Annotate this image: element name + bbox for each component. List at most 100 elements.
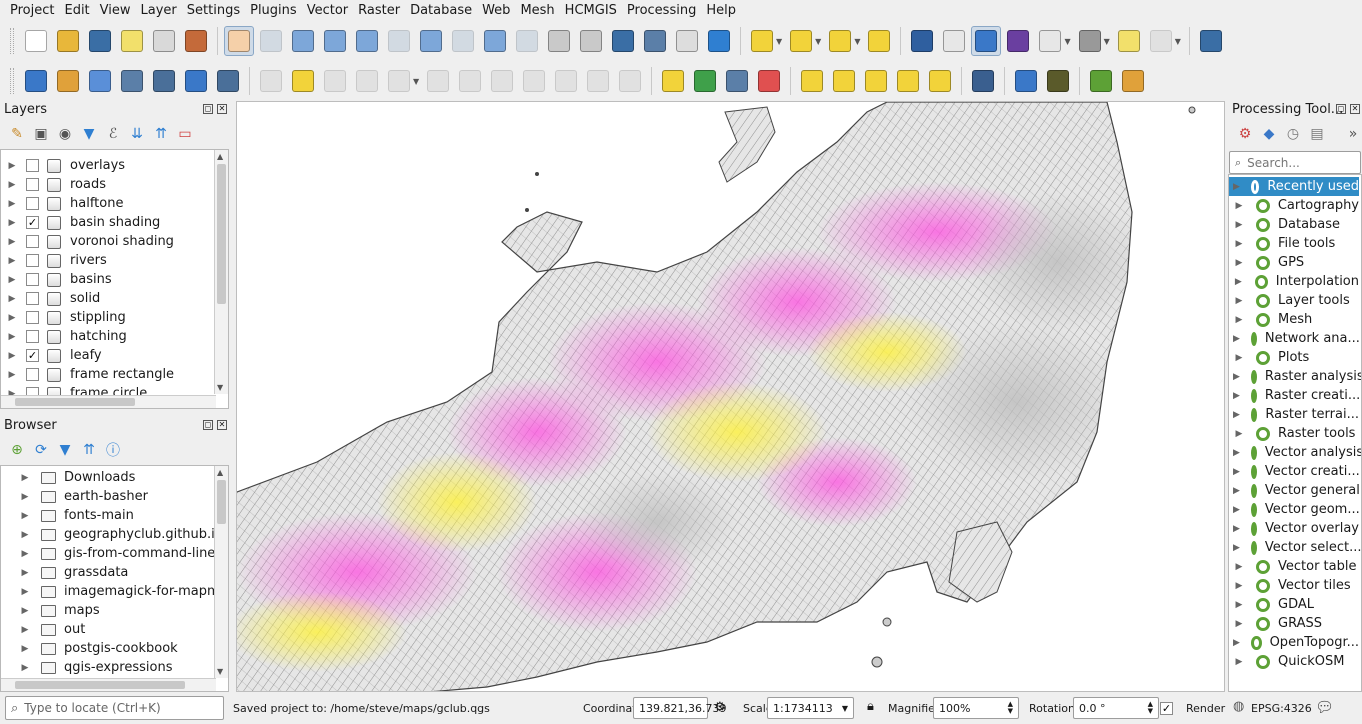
statistics-button[interactable]: [1003, 26, 1033, 56]
menu-settings[interactable]: Settings: [182, 0, 245, 21]
globe-plugin-button[interactable]: [968, 66, 998, 96]
processing-item-raster-analysis[interactable]: ▶ Raster analysis: [1229, 367, 1361, 386]
layer-visibility-checkbox[interactable]: [26, 254, 39, 267]
new-geopackage-button[interactable]: [53, 66, 83, 96]
zoom-in-button[interactable]: [288, 26, 318, 56]
float-panel-icon[interactable]: ◻: [1336, 104, 1346, 114]
browser-item-grassdata[interactable]: ▶ grassdata: [1, 563, 129, 582]
toggle-editing-button[interactable]: [288, 66, 318, 96]
chevron-right-icon[interactable]: ▶: [6, 275, 18, 285]
chevron-right-icon[interactable]: ▶: [19, 492, 31, 502]
locator-input[interactable]: ⌕ Type to locate (Ctrl+K): [5, 696, 224, 720]
chevron-right-icon[interactable]: ▶: [1233, 638, 1240, 648]
results-viewer-icon[interactable]: ▤: [1308, 125, 1326, 143]
chevron-down-icon[interactable]: ▼: [815, 37, 821, 46]
layer-visibility-checkbox[interactable]: [26, 311, 39, 324]
magnifier-field[interactable]: 100% ▲ ▼: [933, 697, 1019, 719]
coordinate-field[interactable]: 139.821,36.739: [633, 697, 726, 719]
layer-item-hatching[interactable]: ▶ hatching: [1, 327, 127, 346]
chevron-right-icon[interactable]: ▶: [1233, 429, 1245, 439]
hcmgis-button[interactable]: [1118, 66, 1148, 96]
processing-item-raster-creati[interactable]: ▶ Raster creati...: [1229, 386, 1360, 405]
open-project-button[interactable]: [53, 26, 83, 56]
chevron-right-icon[interactable]: ▶: [6, 332, 18, 342]
toolbar-handle[interactable]: [10, 68, 14, 94]
chevron-right-icon[interactable]: ▶: [1233, 258, 1245, 268]
layer-visibility-checkbox[interactable]: [26, 159, 39, 172]
menu-hcmgis[interactable]: HCMGIS: [560, 0, 622, 21]
layer-visibility-checkbox[interactable]: [26, 197, 39, 210]
layer-item-voronoi-shading[interactable]: ▶ voronoi shading: [1, 232, 174, 251]
zoom-full-button[interactable]: [352, 26, 382, 56]
zoom-next-button[interactable]: [512, 26, 542, 56]
current-edits-button[interactable]: [256, 66, 286, 96]
new-3d-view-button[interactable]: [576, 26, 606, 56]
processing-item-mesh[interactable]: ▶ Mesh: [1229, 310, 1359, 329]
chevron-right-icon[interactable]: ▶: [19, 549, 31, 559]
filter-browser-icon[interactable]: ▼: [56, 441, 74, 459]
layer-item-roads[interactable]: ▶ roads: [1, 175, 106, 194]
chevron-right-icon[interactable]: ▶: [19, 473, 31, 483]
chevron-right-icon[interactable]: ▶: [1233, 353, 1245, 363]
chevron-right-icon[interactable]: ▶: [6, 180, 18, 190]
scroll-thumb[interactable]: [217, 480, 226, 524]
zoom-last-button[interactable]: [480, 26, 510, 56]
scroll-thumb[interactable]: [217, 164, 226, 304]
chevron-right-icon[interactable]: ▶: [6, 237, 18, 247]
chevron-right-icon[interactable]: ▶: [1233, 239, 1245, 249]
map-canvas[interactable]: [236, 101, 1225, 692]
new-map-view-button[interactable]: [544, 26, 574, 56]
refresh-button[interactable]: [704, 26, 734, 56]
redo-button[interactable]: [615, 66, 645, 96]
layer-visibility-checkbox[interactable]: [26, 178, 39, 191]
chevron-right-icon[interactable]: ▶: [6, 370, 18, 380]
chevron-right-icon[interactable]: ▶: [19, 644, 31, 654]
scale-field[interactable]: 1:1734113 ▼: [767, 697, 854, 719]
crs-globe-icon[interactable]: ◍: [1233, 699, 1244, 714]
move-label-2-button[interactable]: [861, 66, 891, 96]
scroll-down-icon[interactable]: ▼: [217, 383, 223, 392]
chevron-right-icon[interactable]: ▶: [1233, 562, 1245, 572]
new-temporary-layer-button[interactable]: [149, 66, 179, 96]
zoom-to-selection-button[interactable]: [384, 26, 414, 56]
paste-features-button[interactable]: [551, 66, 581, 96]
menu-processing[interactable]: Processing: [622, 0, 701, 21]
layer-visibility-checkbox[interactable]: [26, 292, 39, 305]
scroll-thumb[interactable]: [15, 398, 135, 406]
scroll-thumb[interactable]: [15, 681, 185, 689]
settings-button[interactable]: [1146, 26, 1176, 56]
attribute-table-button[interactable]: [939, 26, 969, 56]
deselect-button[interactable]: [825, 26, 855, 56]
scripts-icon[interactable]: ◆: [1260, 125, 1278, 143]
scroll-up-icon[interactable]: ▲: [217, 468, 223, 477]
chevron-right-icon[interactable]: ▶: [6, 313, 18, 323]
menu-edit[interactable]: Edit: [59, 0, 94, 21]
new-layer-button[interactable]: [21, 66, 51, 96]
layer-item-overlays[interactable]: ▶ overlays: [1, 156, 126, 175]
collapse-all-icon[interactable]: ⇈: [80, 441, 98, 459]
chevron-right-icon[interactable]: ▶: [6, 351, 18, 361]
scroll-down-icon[interactable]: ▼: [217, 667, 223, 676]
processing-item-vector-table[interactable]: ▶ Vector table: [1229, 557, 1359, 576]
chevron-right-icon[interactable]: ▶: [6, 218, 18, 228]
chevron-right-icon[interactable]: ▶: [1233, 372, 1240, 382]
chevron-right-icon[interactable]: ▶: [1233, 334, 1240, 344]
add-selected-layers-icon[interactable]: ⊕: [8, 441, 26, 459]
cut-features-button[interactable]: [487, 66, 517, 96]
menu-layer[interactable]: Layer: [136, 0, 182, 21]
modify-attributes-button[interactable]: [423, 66, 453, 96]
browser-item-imagemagick-for-mapmake[interactable]: ▶ imagemagick-for-mapmake: [1, 582, 228, 601]
processing-item-vector-geom[interactable]: ▶ Vector geom...: [1229, 500, 1360, 519]
highlight-labels-button[interactable]: [754, 66, 784, 96]
layout-manager-button[interactable]: [149, 26, 179, 56]
close-panel-icon[interactable]: ✕: [217, 104, 227, 114]
browser-item-fonts-main[interactable]: ▶ fonts-main: [1, 506, 134, 525]
copy-features-button[interactable]: [519, 66, 549, 96]
chevron-down-icon[interactable]: ▼: [1064, 37, 1070, 46]
data-source-manager-button[interactable]: [213, 66, 243, 96]
chevron-right-icon[interactable]: ▶: [1233, 505, 1240, 515]
browser-item-qgis-expressions[interactable]: ▶ qgis-expressions: [1, 658, 173, 677]
python-console-button[interactable]: [1011, 66, 1041, 96]
float-panel-icon[interactable]: ◻: [203, 104, 213, 114]
collapse-all-icon[interactable]: ⇈: [152, 125, 170, 143]
